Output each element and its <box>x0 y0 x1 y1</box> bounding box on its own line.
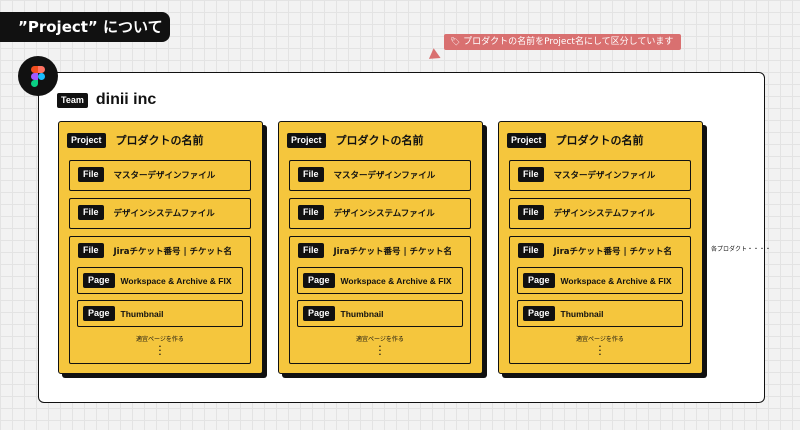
project-name: プロダクトの名前 <box>335 134 424 147</box>
page-title: ”Project” について <box>0 12 170 42</box>
add-pages-note: 適宜ページを作る <box>356 336 404 343</box>
more-dots: · · · <box>598 343 602 359</box>
file-card: File Jiraチケット番号 | チケット名 Page Workspace & A… <box>509 236 691 364</box>
project-tag: Project <box>67 132 106 148</box>
page-tag: Page <box>523 306 555 321</box>
page-row: Page Workspace & Archive & FIX <box>77 267 243 294</box>
file-card: File マスターデザインファイル <box>289 160 471 191</box>
file-name: Jiraチケット番号 | チケット名 <box>553 246 673 257</box>
page-name: Workspace & Archive & FIX <box>560 275 672 286</box>
add-pages-note: 適宜ページを作る <box>136 336 184 343</box>
more-dots: · · · <box>158 343 162 359</box>
file-name: デザインシステムファイル <box>113 208 215 219</box>
file-tag: File <box>298 205 324 220</box>
file-tag: File <box>518 243 544 258</box>
page-row: Page Thumbnail <box>297 300 463 327</box>
project-header: Project プロダクトの名前 <box>507 132 644 148</box>
file-tag: File <box>298 243 324 258</box>
page-row: Page Thumbnail <box>517 300 683 327</box>
more-projects-label: 各プロダクト・・・・ <box>711 246 772 253</box>
file-tag: File <box>298 167 324 182</box>
annotation-note: 🏷 プロダクトの名前をProject名にして区分しています <box>444 34 682 50</box>
team-name: dinii inc <box>95 91 157 108</box>
project-name: プロダクトの名前 <box>115 134 204 147</box>
file-tag: File <box>78 167 104 182</box>
project-card: Project プロダクトの名前 File マスターデザインファイル File デザ… <box>278 121 483 374</box>
page-row: Page Workspace & Archive & FIX <box>297 267 463 294</box>
project-card: Project プロダクトの名前 File マスターデザインファイル File デザ… <box>58 121 263 374</box>
page-tag: Page <box>523 273 555 288</box>
file-card: File Jiraチケット番号 | チケット名 Page Workspace & A… <box>69 236 251 364</box>
file-name: マスターデザインファイル <box>113 170 216 181</box>
page-tag: Page <box>83 306 115 321</box>
project-header: Project プロダクトの名前 <box>67 132 204 148</box>
team-tag: Team <box>57 92 88 108</box>
project-tag: Project <box>507 132 546 148</box>
page-name: Thumbnail <box>340 308 384 319</box>
page-name: Workspace & Archive & FIX <box>120 275 232 286</box>
file-card: File デザインシステムファイル <box>509 198 691 229</box>
file-name: デザインシステムファイル <box>333 208 435 219</box>
file-card: File マスターデザインファイル <box>69 160 251 191</box>
page-tag: Page <box>303 306 335 321</box>
file-name: Jiraチケット番号 | チケット名 <box>333 246 453 257</box>
file-tag: File <box>518 205 544 220</box>
figma-logo-icon <box>18 56 58 96</box>
file-card: File マスターデザインファイル <box>509 160 691 191</box>
file-name: マスターデザインファイル <box>553 170 656 181</box>
label-icon: 🏷 <box>450 37 461 46</box>
page-name: Thumbnail <box>120 308 164 319</box>
file-card: File デザインシステムファイル <box>289 198 471 229</box>
file-name: マスターデザインファイル <box>333 170 436 181</box>
page-row: Page Thumbnail <box>77 300 243 327</box>
file-tag: File <box>518 167 544 182</box>
more-dots: · · · <box>378 343 382 359</box>
file-tag: File <box>78 243 104 258</box>
page-name: Thumbnail <box>560 308 604 319</box>
project-name: プロダクトの名前 <box>555 134 644 147</box>
annotation-text: プロダクトの名前をProject名にして区分しています <box>463 37 674 47</box>
project-card: Project プロダクトの名前 File マスターデザインファイル File デザ… <box>498 121 703 374</box>
add-pages-note: 適宜ページを作る <box>576 336 624 343</box>
file-card: File Jiraチケット番号 | チケット名 Page Workspace & A… <box>289 236 471 364</box>
page-tag: Page <box>303 273 335 288</box>
page-tag: Page <box>83 273 115 288</box>
file-name: デザインシステムファイル <box>553 208 655 219</box>
file-name: Jiraチケット番号 | チケット名 <box>113 246 233 257</box>
team-header: Team dinii inc <box>57 91 156 109</box>
file-card: File デザインシステムファイル <box>69 198 251 229</box>
project-tag: Project <box>287 132 326 148</box>
page-row: Page Workspace & Archive & FIX <box>517 267 683 294</box>
file-tag: File <box>78 205 104 220</box>
annotation-pointer <box>425 48 441 64</box>
project-header: Project プロダクトの名前 <box>287 132 424 148</box>
page-name: Workspace & Archive & FIX <box>340 275 452 286</box>
